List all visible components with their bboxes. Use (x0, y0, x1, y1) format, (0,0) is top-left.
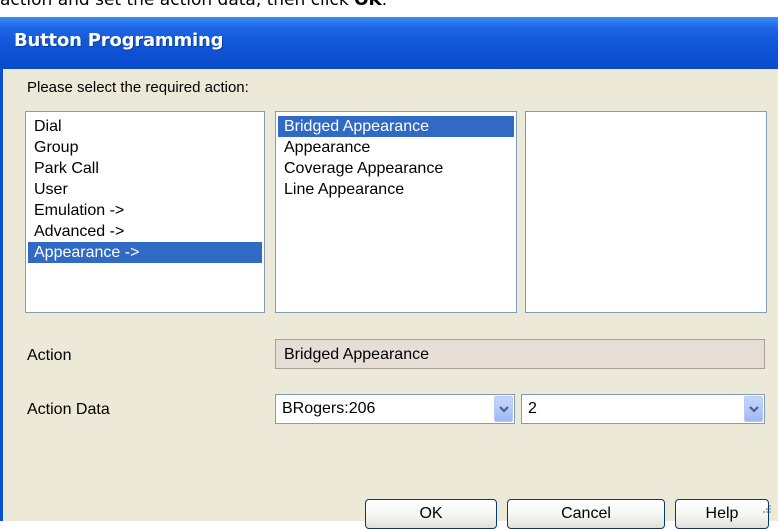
dropdown-button[interactable] (744, 396, 763, 422)
action-data-combo-1[interactable]: BRogers:206 (275, 394, 515, 424)
chevron-down-icon (749, 406, 759, 413)
list-item-selected[interactable]: Appearance -> (28, 242, 262, 263)
action-field: Bridged Appearance (275, 339, 765, 369)
list-item[interactable]: Park Call (28, 158, 262, 179)
combo-value: BRogers:206 (282, 400, 376, 417)
list-item[interactable]: Appearance (278, 137, 514, 158)
action-label: Action (27, 347, 72, 364)
combo-value: 2 (528, 400, 537, 417)
list-item[interactable]: Dial (28, 116, 262, 137)
instruction-text-fragment: action and set the action data, then cli… (0, 0, 388, 10)
instruction-label: Please select the required action: (27, 79, 249, 96)
list-item[interactable]: Line Appearance (278, 179, 514, 200)
list-item[interactable]: User (28, 179, 262, 200)
action-data-combo-2[interactable]: 2 (521, 394, 765, 424)
list-item-selected[interactable]: Bridged Appearance (278, 116, 514, 137)
dialog-client-area: Please select the required action: Dial … (3, 69, 778, 529)
button-programming-dialog: Button Programming Please select the req… (0, 17, 778, 529)
list-item[interactable]: Advanced -> (28, 221, 262, 242)
dropdown-button[interactable] (494, 396, 513, 422)
cancel-button[interactable]: Cancel (507, 499, 665, 529)
action-subtype-list[interactable] (525, 111, 767, 313)
title-bar[interactable]: Button Programming (0, 17, 778, 69)
help-button[interactable]: Help (675, 499, 769, 529)
resize-grip-icon[interactable] (760, 505, 772, 517)
chevron-down-icon (499, 406, 509, 413)
action-category-list[interactable]: Dial Group Park Call User Emulation -> A… (25, 111, 265, 313)
action-type-list[interactable]: Bridged Appearance Appearance Coverage A… (275, 111, 517, 313)
action-data-label: Action Data (27, 401, 110, 418)
list-item[interactable]: Coverage Appearance (278, 158, 514, 179)
dialog-title: Button Programming (14, 30, 224, 51)
list-item[interactable]: Emulation -> (28, 200, 262, 221)
list-item[interactable]: Group (28, 137, 262, 158)
ok-button[interactable]: OK (365, 499, 497, 529)
